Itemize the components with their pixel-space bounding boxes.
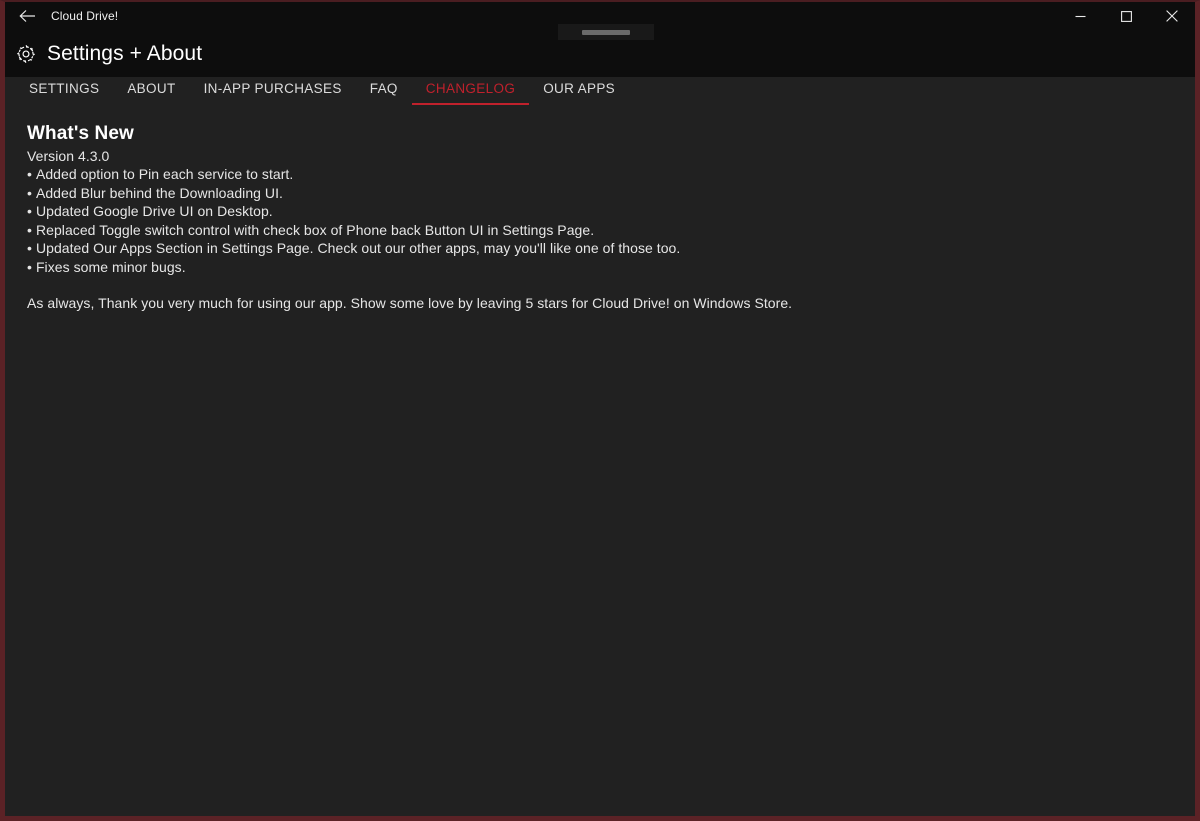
tab-bar: SETTINGS ABOUT IN-APP PURCHASES FAQ CHAN… (5, 77, 1195, 114)
list-item: • Replaced Toggle switch control with che… (27, 221, 1195, 240)
drag-grip-bar (582, 29, 630, 35)
app-title: Cloud Drive! (51, 9, 119, 23)
gear-icon (13, 41, 39, 67)
tab-in-app-purchases[interactable]: IN-APP PURCHASES (190, 77, 356, 107)
tab-changelog[interactable]: CHANGELOG (411, 77, 530, 107)
bullet-glyph: • (27, 203, 32, 220)
window-drag-handle[interactable] (558, 24, 654, 40)
back-arrow-icon (18, 9, 36, 23)
list-item-text: Added Blur behind the Downloading UI. (35, 184, 283, 201)
changelog-list: • Added option to Pin each service to sta… (27, 165, 1195, 277)
version-label: Version 4.3.0 (27, 148, 110, 164)
maximize-button[interactable] (1103, 2, 1149, 30)
whats-new-heading: What's New (27, 123, 134, 144)
minimize-button[interactable] (1057, 2, 1103, 30)
tab-about[interactable]: ABOUT (113, 77, 189, 107)
maximize-icon (1120, 10, 1132, 22)
list-item: • Updated Google Drive UI on Desktop. (27, 202, 1195, 221)
list-item-text: Updated Google Drive UI on Desktop. (35, 203, 273, 220)
list-item-text: Updated Our Apps Section in Settings Pag… (35, 240, 681, 257)
minimize-icon (1075, 11, 1086, 22)
bullet-glyph: • (27, 221, 32, 238)
back-button[interactable] (5, 2, 49, 30)
bullet-glyph: • (27, 240, 32, 257)
list-item: • Added option to Pin each service to sta… (27, 165, 1195, 184)
title-bar: Cloud Drive! (5, 2, 1195, 40)
page-title: Settings + About (47, 41, 203, 65)
bullet-glyph: • (27, 184, 32, 201)
tab-faq[interactable]: FAQ (356, 77, 412, 107)
close-button[interactable] (1149, 2, 1195, 30)
app-window: Cloud Drive! Settings + About SETTINGS A… (0, 0, 1200, 821)
list-item: • Added Blur behind the Downloading UI. (27, 184, 1195, 203)
tab-our-apps[interactable]: OUR APPS (529, 77, 629, 107)
close-icon (1166, 10, 1178, 22)
list-item-text: Replaced Toggle switch control with chec… (35, 221, 595, 238)
list-item: • Fixes some minor bugs. (27, 258, 1195, 277)
caption-button-group (1057, 2, 1195, 30)
list-item: • Updated Our Apps Section in Settings Pa… (27, 239, 1195, 258)
bullet-glyph: • (27, 166, 32, 182)
list-item-text: Added option to Pin each service to star… (35, 166, 294, 182)
tab-settings[interactable]: SETTINGS (15, 77, 113, 107)
bullet-glyph: • (27, 258, 32, 275)
changelog-panel: What's New Version 4.3.0 • Added option t… (5, 114, 1195, 816)
closing-note: As always, Thank you very much for using… (27, 294, 793, 311)
list-item-text: Fixes some minor bugs. (35, 258, 186, 275)
